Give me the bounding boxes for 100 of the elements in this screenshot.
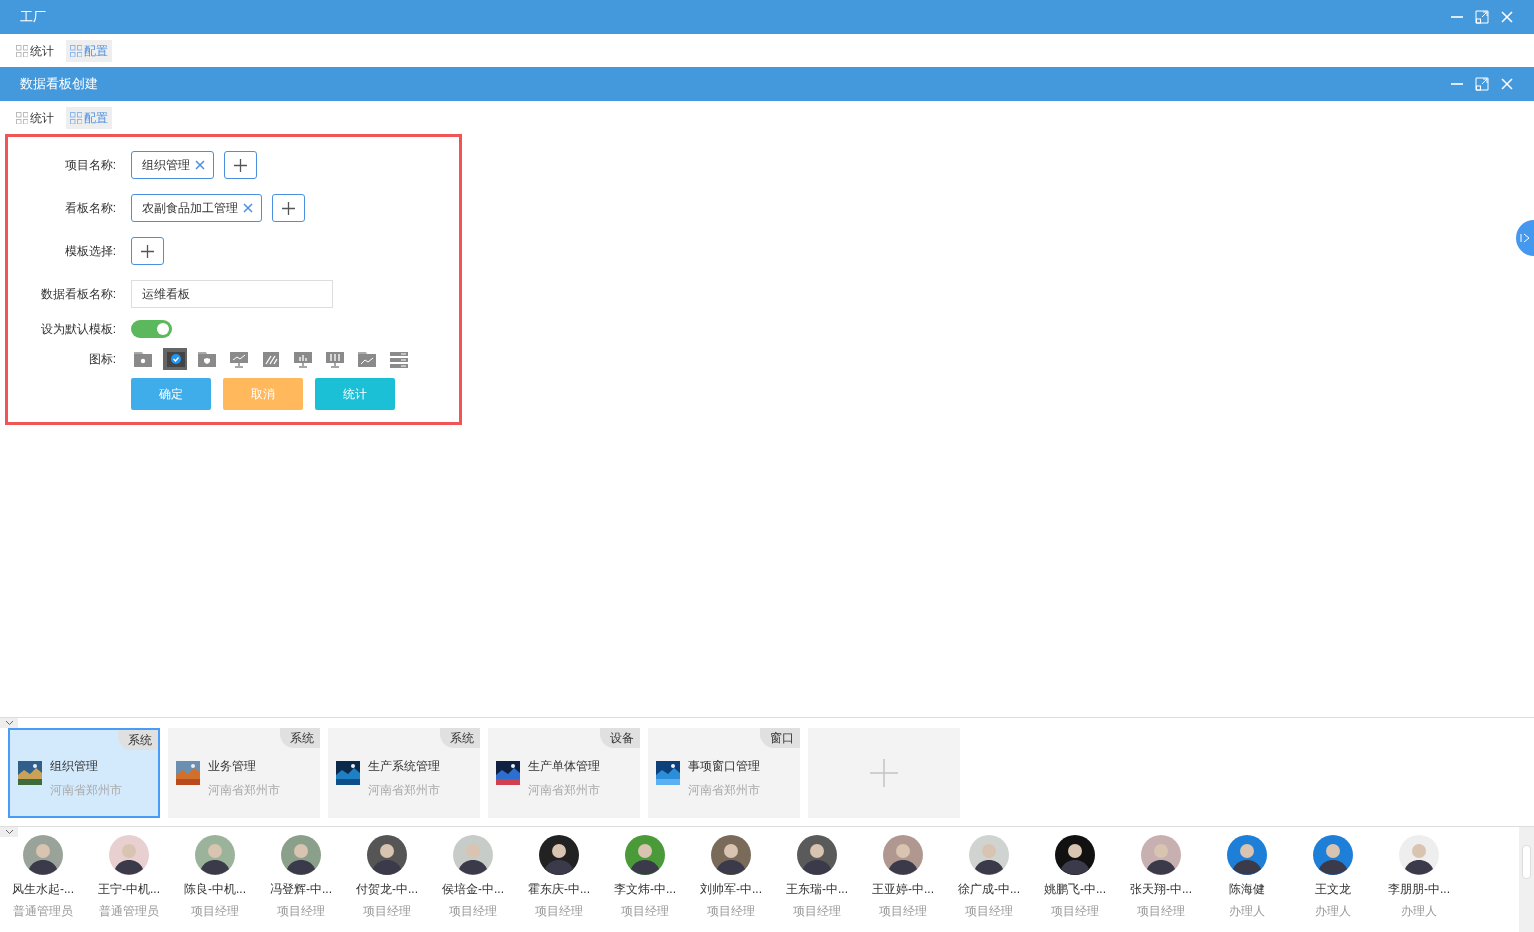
add-button[interactable] bbox=[131, 237, 164, 265]
person-name: 风生水起-... bbox=[12, 881, 74, 898]
close-icon[interactable] bbox=[1500, 10, 1514, 24]
plus-icon bbox=[870, 759, 898, 787]
avatar bbox=[797, 835, 837, 875]
person-name: 王东瑞-中... bbox=[786, 881, 848, 898]
person-item[interactable]: 陈海健 办理人 bbox=[1204, 835, 1290, 932]
person-item[interactable]: 王宁-中机... 普通管理员 bbox=[86, 835, 172, 932]
tab[interactable]: 统计 bbox=[12, 39, 58, 62]
field-label: 设为默认模板: bbox=[40, 322, 116, 336]
add-button[interactable] bbox=[224, 151, 257, 179]
window-title: 数据看板创建 bbox=[20, 75, 98, 94]
person-name: 张天翔-中... bbox=[1130, 881, 1192, 898]
person-role: 办理人 bbox=[1229, 903, 1265, 920]
avatar bbox=[1227, 835, 1267, 875]
avatar bbox=[1399, 835, 1439, 875]
project-card[interactable]: 系统 业务管理 河南省郑州市 bbox=[168, 728, 320, 818]
project-location: 河南省郑州市 bbox=[368, 782, 440, 799]
chevron-down-icon bbox=[4, 829, 14, 835]
plus-icon bbox=[234, 158, 247, 172]
person-item[interactable]: 徐广成-中... 项目经理 bbox=[946, 835, 1032, 932]
category-tag: 系统 bbox=[440, 728, 480, 748]
project-card[interactable]: 系统 生产系统管理 河南省郑州市 bbox=[328, 728, 480, 818]
project-card[interactable]: 设备 生产单体管理 河南省郑州市 bbox=[488, 728, 640, 818]
grid-icon bbox=[16, 44, 28, 57]
maximize-icon[interactable] bbox=[1474, 9, 1490, 25]
avatar bbox=[109, 835, 149, 875]
category-tag: 系统 bbox=[280, 728, 320, 748]
avatar bbox=[453, 835, 493, 875]
field-label: 模板选择: bbox=[64, 244, 116, 258]
person-item[interactable]: 王亚婷-中... 项目经理 bbox=[860, 835, 946, 932]
person-name: 王文龙 bbox=[1315, 881, 1351, 898]
person-role: 项目经理 bbox=[535, 903, 583, 920]
person-role: 项目经理 bbox=[1137, 903, 1185, 920]
avatar bbox=[883, 835, 923, 875]
avatar bbox=[711, 835, 751, 875]
person-item[interactable]: 风生水起-... 普通管理员 bbox=[0, 835, 86, 932]
grid-icon bbox=[70, 44, 82, 57]
scrollbar[interactable] bbox=[1519, 827, 1534, 932]
person-name: 王宁-中机... bbox=[98, 881, 160, 898]
project-title: 生产单体管理 bbox=[528, 758, 600, 775]
avatar bbox=[367, 835, 407, 875]
icon-option[interactable] bbox=[163, 348, 187, 370]
person-role: 普通管理员 bbox=[99, 903, 159, 920]
project-location: 河南省郑州市 bbox=[208, 782, 280, 799]
person-name: 李文炜-中... bbox=[614, 881, 676, 898]
avatar bbox=[1055, 835, 1095, 875]
person-item[interactable]: 李朋朋-中... 办理人 bbox=[1376, 835, 1462, 932]
dashboard-name-field[interactable]: 运维看板 bbox=[131, 280, 333, 308]
project-location: 河南省郑州市 bbox=[688, 782, 760, 799]
add-button[interactable] bbox=[272, 194, 305, 222]
person-item[interactable]: 张天翔-中... 项目经理 bbox=[1118, 835, 1204, 932]
tab[interactable]: 统计 bbox=[12, 106, 58, 129]
person-role: 项目经理 bbox=[621, 903, 669, 920]
person-item[interactable]: 王文龙 办理人 bbox=[1290, 835, 1376, 932]
avatar bbox=[625, 835, 665, 875]
person-name: 侯培金-中... bbox=[442, 881, 504, 898]
grid-icon bbox=[16, 111, 28, 124]
person-name: 刘帅军-中... bbox=[700, 881, 762, 898]
person-name: 陈良-中机... bbox=[184, 881, 246, 898]
person-item[interactable]: 陈良-中机... 项目经理 bbox=[172, 835, 258, 932]
person-item[interactable]: 李文炜-中... 项目经理 bbox=[602, 835, 688, 932]
person-role: 项目经理 bbox=[1051, 903, 1099, 920]
field-label: 数据看板名称: bbox=[40, 287, 116, 301]
collapse-toggle[interactable] bbox=[0, 718, 18, 728]
avatar bbox=[1141, 835, 1181, 875]
person-role: 项目经理 bbox=[363, 903, 411, 920]
person-role: 项目经理 bbox=[707, 903, 755, 920]
window-title: 工厂 bbox=[20, 8, 46, 27]
close-icon[interactable] bbox=[1500, 77, 1514, 91]
person-role: 办理人 bbox=[1315, 903, 1351, 920]
project-title: 组织管理 bbox=[50, 758, 99, 775]
avatar bbox=[539, 835, 579, 875]
person-name: 霍东庆-中... bbox=[528, 881, 590, 898]
person-item[interactable]: 付贺龙-中... 项目经理 bbox=[344, 835, 430, 932]
person-item[interactable]: 刘帅军-中... 项目经理 bbox=[688, 835, 774, 932]
person-item[interactable]: 霍东庆-中... 项目经理 bbox=[516, 835, 602, 932]
avatar bbox=[969, 835, 1009, 875]
plus-icon bbox=[141, 244, 154, 258]
person-item[interactable]: 冯登辉-中... 项目经理 bbox=[258, 835, 344, 932]
remove-icon[interactable] bbox=[243, 203, 253, 213]
plus-icon bbox=[282, 201, 295, 215]
remove-icon[interactable] bbox=[195, 160, 205, 170]
person-item[interactable]: 姚鹏飞-中... 项目经理 bbox=[1032, 835, 1118, 932]
person-item[interactable]: 侯培金-中... 项目经理 bbox=[430, 835, 516, 932]
project-card[interactable]: 系统 组织管理 河南省郑州市 bbox=[8, 728, 160, 818]
person-name: 王亚婷-中... bbox=[872, 881, 934, 898]
maximize-icon[interactable] bbox=[1474, 76, 1490, 92]
project-location: 河南省郑州市 bbox=[528, 782, 600, 799]
person-item[interactable]: 王东瑞-中... 项目经理 bbox=[774, 835, 860, 932]
tag-label: 农副食品加工管理 bbox=[142, 200, 238, 217]
expand-icon bbox=[1520, 233, 1530, 243]
field-label: 项目名称: bbox=[64, 158, 116, 172]
collapse-toggle[interactable] bbox=[0, 827, 18, 837]
side-expand-button[interactable] bbox=[1516, 220, 1534, 256]
toggle-switch[interactable] bbox=[131, 320, 172, 338]
project-location: 河南省郑州市 bbox=[50, 782, 122, 799]
project-title: 业务管理 bbox=[208, 758, 257, 775]
person-role: 项目经理 bbox=[277, 903, 325, 920]
project-card[interactable]: 窗口 事项窗口管理 河南省郑州市 bbox=[648, 728, 800, 818]
